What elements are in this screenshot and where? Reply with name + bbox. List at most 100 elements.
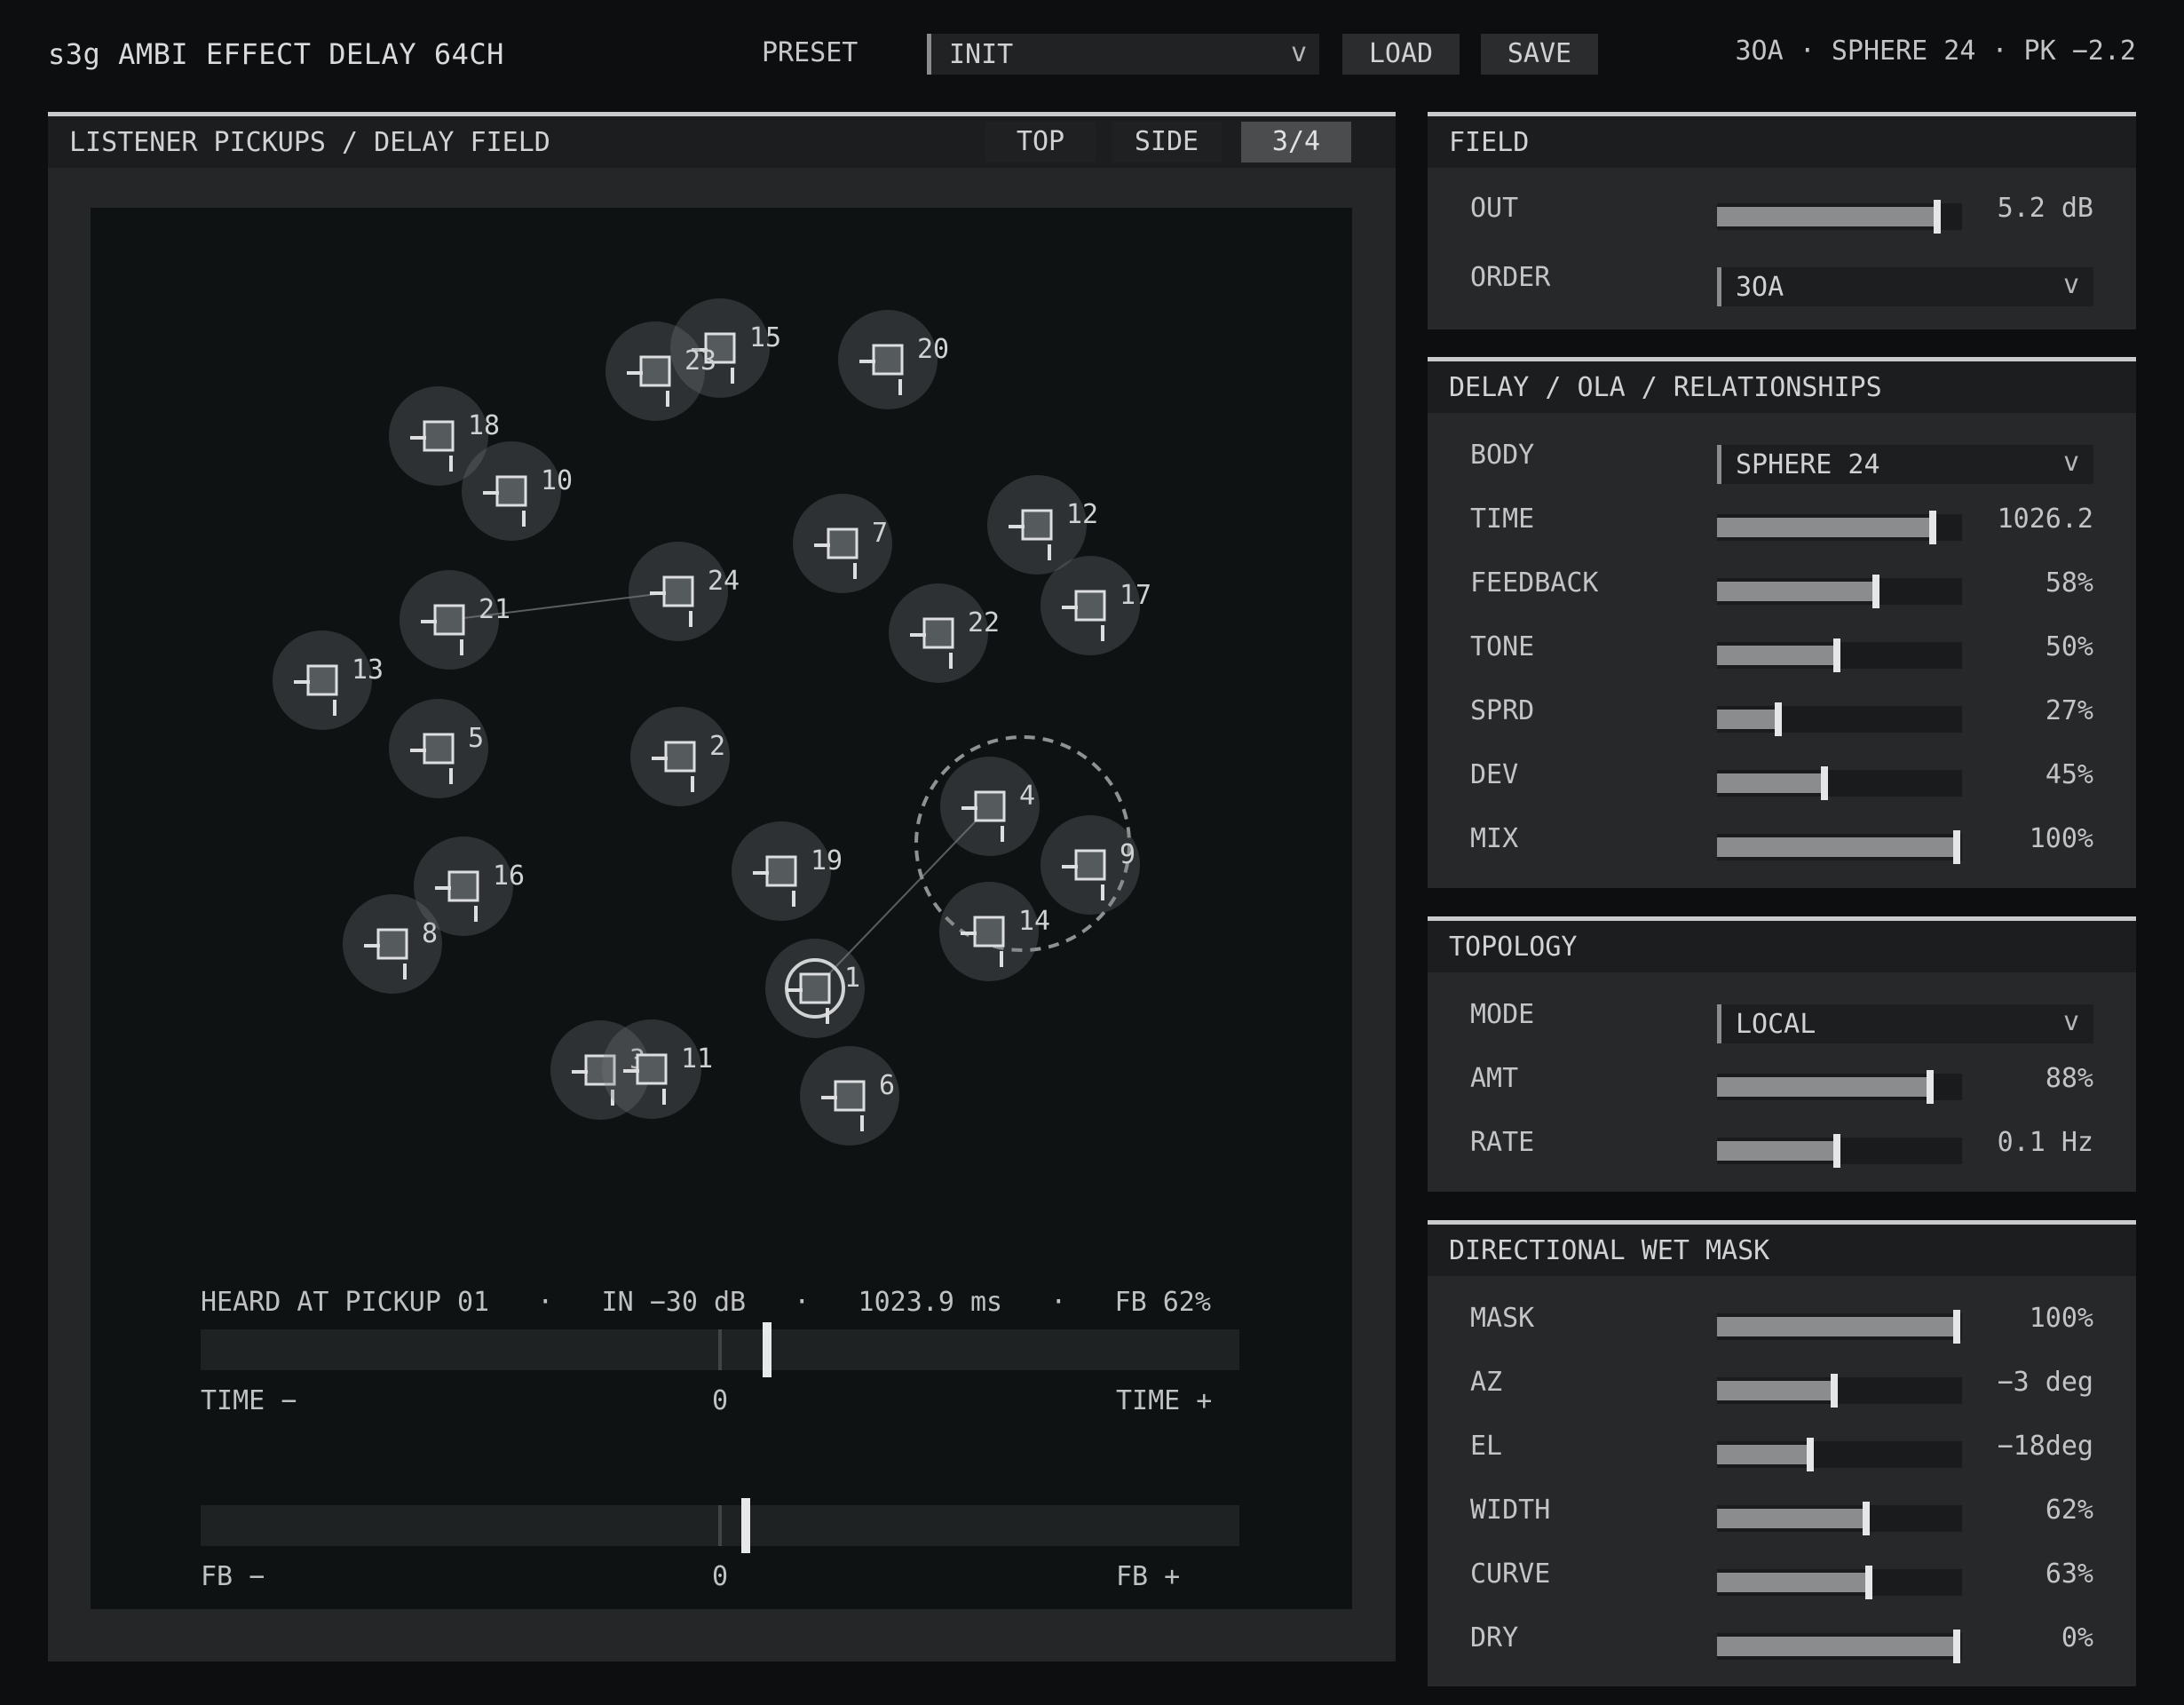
pickup-square-icon [664,741,696,773]
slider-thumb[interactable] [1929,511,1936,544]
pickup-4[interactable]: 4 [940,757,1040,856]
param-value: −18deg [1997,1431,2093,1462]
param-value: 88% [2045,1063,2093,1094]
tab-side[interactable]: SIDE [1112,122,1222,163]
param-label: OUT [1470,193,1519,224]
pickup-label: 22 [968,607,1000,638]
param-value: 27% [2045,695,2093,726]
preset-label: PRESET [762,37,859,68]
tab-three-quarter[interactable]: 3/4 [1241,122,1351,163]
param-row-mode: MODE LOCAL v [1428,990,2136,1043]
pickup-19[interactable]: 19 [732,821,843,921]
pickup-17[interactable]: 17 [1041,556,1151,655]
slider-thumb[interactable] [1863,1502,1870,1535]
tab-top[interactable]: TOP [985,122,1096,163]
time-offset-handle[interactable] [763,1322,772,1377]
slider-thumb[interactable] [1831,1374,1838,1408]
slider-thumb[interactable] [1927,1070,1934,1104]
slider-thumb[interactable] [1953,1310,1960,1344]
slider-fill [1717,1445,1810,1464]
time-offset-track[interactable] [201,1322,1239,1377]
param-label: SPRD [1470,695,1535,726]
pickup-6[interactable]: 6 [800,1046,899,1146]
param-value: 58% [2045,567,2093,599]
slider-thumb[interactable] [1833,1134,1840,1168]
slider-thumb[interactable] [1953,830,1960,864]
slider-thumb[interactable] [1833,638,1840,672]
pickup-11[interactable]: 11 [602,1019,713,1119]
slider-thumb[interactable] [1807,1438,1814,1471]
pickup-21[interactable]: 21 [400,570,510,670]
slider-fill [1717,1077,1930,1097]
amt-slider[interactable] [1717,1070,1962,1104]
topology-panel: TOPOLOGY MODE LOCAL v AMT 88% RATE 0.1 Hz [1428,916,2136,1192]
width-slider[interactable] [1717,1502,1962,1535]
pickup-22[interactable]: 22 [889,583,1000,683]
pickup-5[interactable]: 5 [389,699,488,798]
slider-thumb[interactable] [1953,1630,1960,1663]
order-select[interactable]: 3OA v [1717,267,2093,306]
pickup-1[interactable]: 1 [765,939,865,1038]
pickup-label: 15 [749,322,781,353]
pickup-label: 21 [479,594,510,625]
time-slider[interactable] [1717,511,1962,544]
load-button[interactable]: LOAD [1342,34,1460,75]
pickup-7[interactable]: 7 [793,494,892,593]
pickup-24[interactable]: 24 [629,542,740,641]
az-slider[interactable] [1717,1374,1962,1408]
param-label: BODY [1470,440,1535,471]
panel-header: DIRECTIONAL WET MASK [1428,1225,2136,1276]
save-button[interactable]: SAVE [1481,34,1598,75]
pickup-label: 23 [684,345,716,377]
select-value: LOCAL [1736,1009,1816,1040]
param-value: 100% [2029,823,2093,854]
separator: · [1050,1287,1067,1318]
pickup-16[interactable]: 16 [414,837,525,936]
pickup-label: 5 [468,723,484,754]
slider-thumb[interactable] [1934,200,1941,234]
mode-select[interactable]: LOCAL v [1717,1004,2093,1043]
feedback-slider[interactable] [1717,575,1962,608]
mix-slider[interactable] [1717,830,1962,864]
param-row-order: ORDER 3OA v [1428,253,2136,306]
slider-thumb[interactable] [1865,1566,1872,1599]
pickup-label: 17 [1120,580,1151,611]
app-title: s3g AMBI EFFECT DELAY 64CH [48,37,504,71]
pickup-13[interactable]: 13 [273,630,384,730]
slider-thumb[interactable] [1821,766,1828,800]
pickup-label: 10 [541,465,573,496]
delay-field-canvas[interactable]: 123456789101112131415161718192021222324 … [91,208,1352,1609]
fb-offset-track[interactable] [201,1498,1239,1553]
pickup-label: 19 [811,845,843,876]
pickup-label: 20 [917,334,949,365]
time-zero-label: 0 [712,1385,729,1416]
pickup-label: 18 [468,410,500,441]
pickup-9[interactable]: 9 [1041,815,1140,915]
pickup-square-icon [765,855,797,887]
slider-thumb[interactable] [1872,575,1879,608]
tone-slider[interactable] [1717,638,1962,672]
pickup-2[interactable]: 2 [630,707,730,806]
el-slider[interactable] [1717,1438,1962,1471]
body-select[interactable]: SPHERE 24 v [1717,445,2093,484]
preset-select[interactable]: INIT v [927,34,1319,75]
pickup-20[interactable]: 20 [838,310,949,409]
pickup-label: 2 [709,731,725,762]
sprd-slider[interactable] [1717,702,1962,736]
fb-plus-label: FB + [1116,1561,1181,1592]
dev-slider[interactable] [1717,766,1962,800]
rate-slider[interactable] [1717,1134,1962,1168]
pickup-square-icon [639,355,671,387]
curve-slider[interactable] [1717,1566,1962,1599]
param-label: AZ [1470,1367,1503,1398]
fb-offset-handle[interactable] [741,1498,750,1553]
separator: · [794,1287,811,1318]
slider-thumb[interactable] [1775,702,1782,736]
pickup-square-icon [306,664,338,696]
param-row-body: BODY SPHERE 24 v [1428,431,2136,484]
pickup-14[interactable]: 14 [939,882,1050,981]
mask-slider[interactable] [1717,1310,1962,1344]
dry-slider[interactable] [1717,1630,1962,1663]
param-row-el: EL −18deg [1428,1422,2136,1475]
out-slider[interactable] [1717,200,1962,234]
